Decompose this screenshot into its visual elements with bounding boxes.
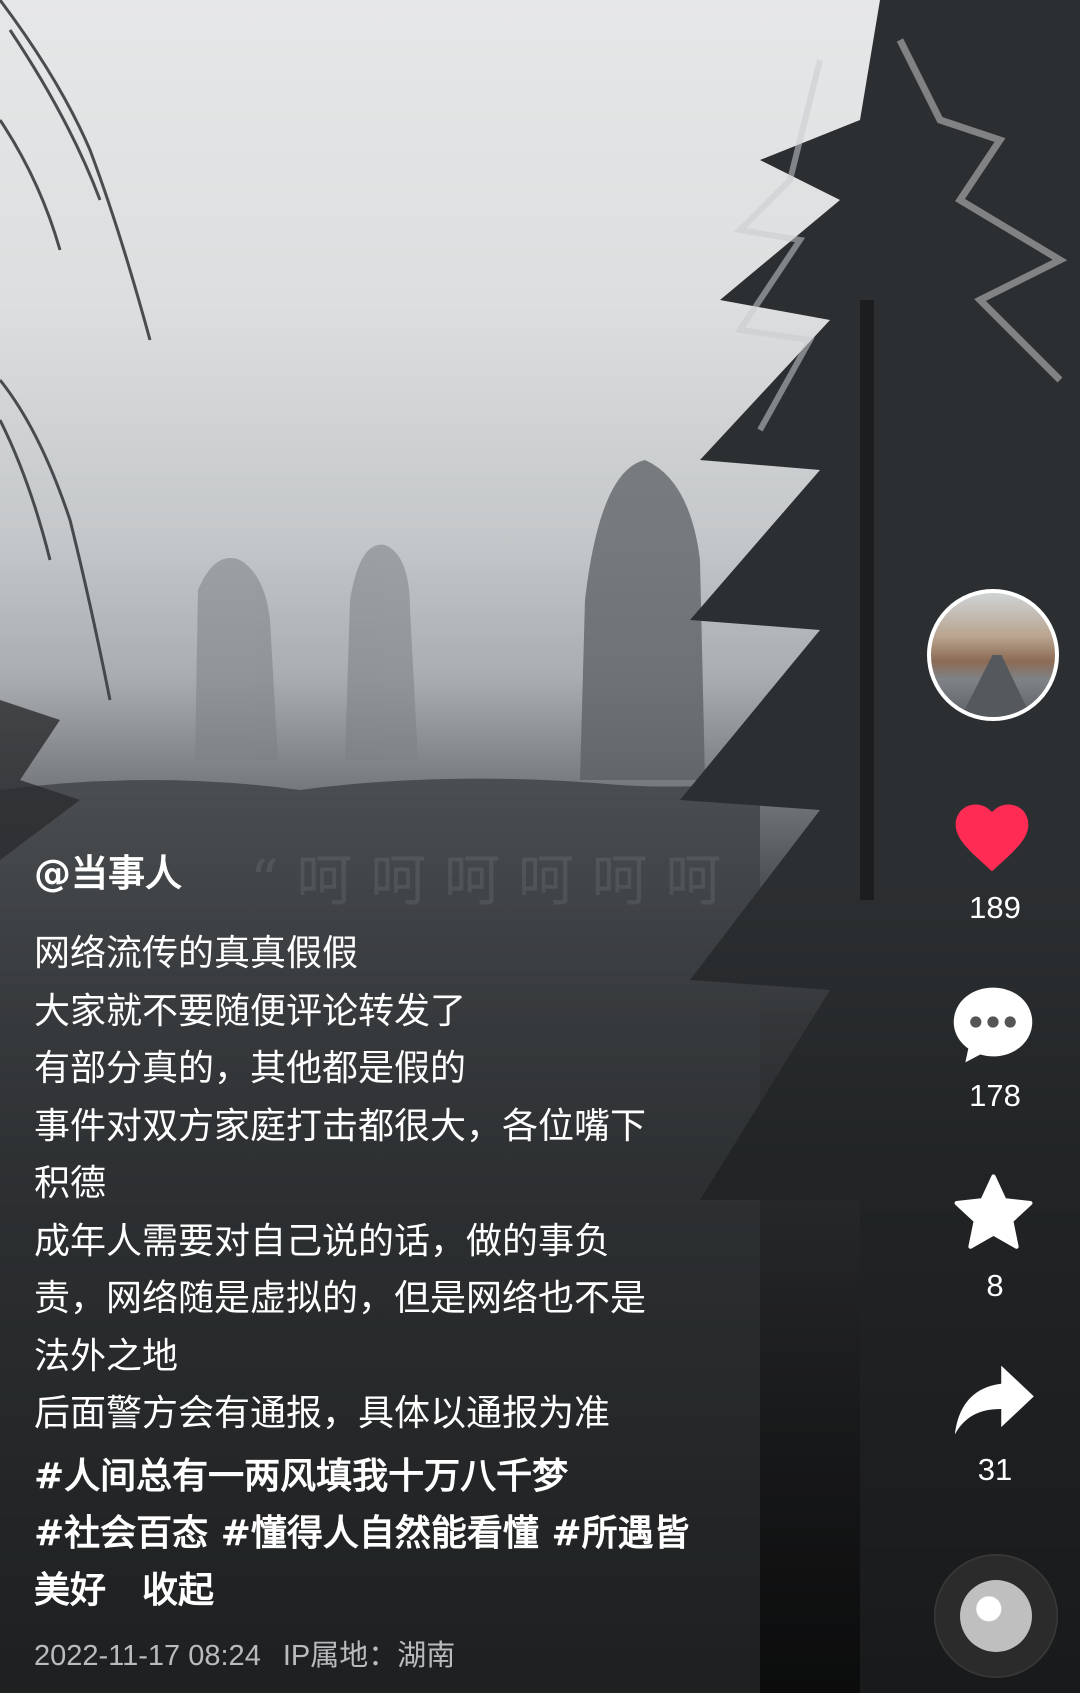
caption-line: 法外之地	[34, 1335, 179, 1377]
video-stage[interactable]: “ 呵 呵 呵 呵 呵 呵 189 178 8 31	[0, 0, 1080, 1693]
caption-line: 成年人需要对自己说的话，做的事负	[34, 1220, 611, 1262]
hashtag-link[interactable]: #懂得人自然能看懂	[221, 1513, 539, 1554]
comment-bubble-icon	[953, 987, 1033, 1063]
caption-line: 积德	[34, 1163, 107, 1204]
creator-avatar[interactable]	[927, 589, 1059, 721]
like-button[interactable]	[947, 795, 1037, 885]
share-arrow-icon	[954, 1365, 1034, 1435]
hashtag-block: #人间总有一两风填我十万八千梦 #社会百态 #懂得人自然能看懂 #所遇皆 美好收…	[34, 1448, 794, 1619]
like-count: 189	[969, 890, 1021, 925]
comment-button[interactable]	[948, 982, 1038, 1072]
hashtag-link[interactable]: #社会百态	[34, 1513, 208, 1554]
hashtag-link[interactable]: #人间总有一两风填我十万八千梦	[34, 1456, 568, 1497]
caption-line: 有部分真的，其他都是假的	[34, 1048, 467, 1089]
caption-line: 网络流传的真真假假	[34, 933, 359, 974]
hashtag-link[interactable]: #所遇皆	[551, 1513, 689, 1554]
share-count: 31	[977, 1452, 1013, 1487]
author-username[interactable]: @当事人	[34, 850, 182, 898]
favorite-count: 8	[986, 1268, 1004, 1303]
post-meta: 2022-11-17 08:24 IP属地：湖南	[34, 1632, 477, 1674]
favorite-button[interactable]	[951, 1172, 1036, 1257]
post-caption: 网络流传的真真假假 大家就不要随便评论转发了 有部分真的，其他都是假的 事件对双…	[34, 925, 764, 1443]
caption-line: 大家就不要随便评论转发了	[34, 990, 467, 1032]
ip-location: IP属地：湖南	[282, 1640, 456, 1672]
music-disc-cover	[960, 1580, 1032, 1652]
caption-line: 责，网络随是虚拟的，但是网络也不是	[34, 1278, 647, 1319]
star-icon	[954, 1174, 1033, 1249]
heart-icon	[955, 804, 1029, 872]
music-disc-icon[interactable]	[934, 1554, 1058, 1678]
share-button[interactable]	[950, 1362, 1038, 1442]
comment-count: 178	[969, 1078, 1021, 1113]
post-date: 2022-11-17 08:24	[34, 1640, 261, 1672]
avatar-image	[961, 655, 1031, 717]
hashtag-link-continued[interactable]: 美好	[34, 1570, 106, 1611]
caption-line: 后面警方会有通报，具体以通报为准	[34, 1393, 611, 1434]
caption-line: 事件对双方家庭打击都很大，各位嘴下	[34, 1105, 647, 1147]
collapse-button[interactable]: 收起	[142, 1570, 214, 1611]
